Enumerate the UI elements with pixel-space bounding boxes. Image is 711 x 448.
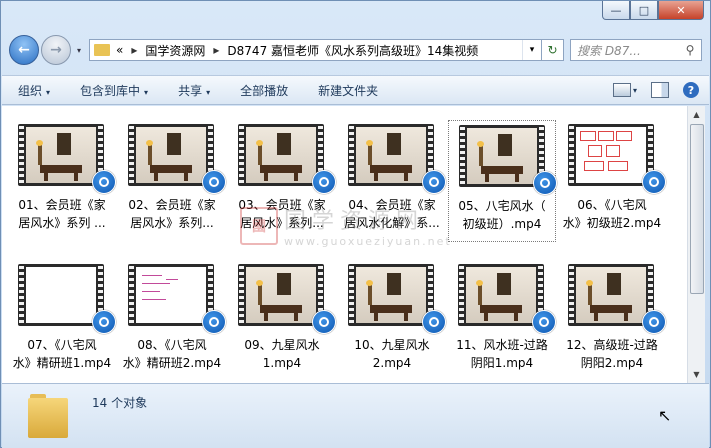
media-player-icon (532, 310, 556, 334)
search-placeholder: 搜索 D87... (577, 43, 641, 58)
media-player-icon (642, 170, 666, 194)
breadcrumb-separator[interactable]: ▸ (213, 43, 219, 57)
video-thumbnail (348, 124, 434, 186)
media-player-icon (422, 170, 446, 194)
forward-button[interactable]: → (41, 35, 71, 65)
close-button[interactable]: ✕ (658, 1, 704, 20)
media-player-icon (92, 310, 116, 334)
change-view-icon[interactable] (612, 83, 631, 97)
file-item[interactable]: 11、风水班-过路 阴阳1.mp4 (448, 260, 556, 382)
item-count: 14 个对象 (92, 396, 148, 410)
file-name: 08、《八宅风 水》精研班2.mp4 (122, 338, 222, 370)
breadcrumb-overflow[interactable]: « (116, 43, 123, 57)
video-thumbnail (18, 264, 104, 326)
file-grid: 01、会员班《家 居风水》系列 ... 02、会员班《家 居风水》系列... 03、会员… (8, 120, 668, 382)
video-thumbnail (238, 124, 324, 186)
recent-pages-dropdown[interactable]: ▾ (73, 46, 85, 55)
media-player-icon (92, 170, 116, 194)
file-item[interactable]: 09、九星风水 1.mp4 (228, 260, 336, 382)
caption-buttons: — □ ✕ (602, 1, 704, 20)
mouse-cursor-icon: ↖ (658, 406, 672, 425)
scroll-up-arrow-icon[interactable]: ▲ (688, 106, 705, 123)
media-player-icon (422, 310, 446, 334)
chevron-down-icon: ▾ (206, 87, 211, 97)
back-button[interactable]: ← (9, 35, 39, 65)
file-item[interactable]: 03、会员班《家 居风水》系列... (228, 120, 336, 242)
file-name: 02、会员班《家 居风水》系列... (128, 198, 216, 230)
preview-pane-icon[interactable] (651, 82, 669, 98)
search-input[interactable]: 搜索 D87... ⚲ (570, 39, 702, 61)
file-list: 01、会员班《家 居风水》系列 ... 02、会员班《家 居风水》系列... 03、会员… (2, 106, 687, 383)
file-item[interactable]: 05、八宅风水（ 初级班）.mp4 (448, 120, 557, 242)
search-icon[interactable]: ⚲ (679, 43, 701, 57)
file-item[interactable]: 02、会员班《家 居风水》系列... (118, 120, 226, 242)
media-player-icon (533, 171, 557, 195)
chevron-down-icon: ▾ (144, 87, 149, 97)
media-player-icon (202, 170, 226, 194)
vertical-scrollbar[interactable]: ▲ ▼ (687, 106, 705, 383)
minimize-button[interactable]: — (602, 1, 630, 20)
toolbar-right: ▾ ? (612, 82, 699, 98)
file-item[interactable]: 12、高级班-过路 阴阳2.mp4 (558, 260, 666, 382)
share-menu[interactable]: 共享 ▾ (178, 82, 210, 99)
breadcrumb-current[interactable]: D8747 嘉恒老师《风水系列高级班》14集视频 (227, 42, 478, 59)
video-thumbnail (458, 264, 544, 326)
file-name: 12、高级班-过路 阴阳2.mp4 (566, 338, 658, 370)
file-item[interactable]: 10、九星风水 2.mp4 (338, 260, 446, 382)
folder-icon (28, 394, 68, 438)
video-thumbnail (568, 124, 654, 186)
media-player-icon (642, 310, 666, 334)
file-item[interactable]: 04、会员班《家 居风水化解》系... (338, 120, 446, 242)
file-name: 06、《八宅风 水》初级班2.mp4 (562, 198, 662, 230)
breadcrumb-separator[interactable]: ▸ (131, 43, 137, 57)
file-name: 09、九星风水 1.mp4 (244, 338, 320, 370)
organize-menu[interactable]: 组织 ▾ (18, 82, 50, 99)
file-name: 04、会员班《家 居风水化解》系... (344, 198, 440, 230)
file-name: 05、八宅风水（ 初级班）.mp4 (458, 199, 546, 231)
view-options-dropdown[interactable]: ▾ (633, 86, 637, 95)
file-name: 01、会员班《家 居风水》系列 ... (18, 198, 106, 230)
file-item[interactable]: 07、《八宅风 水》精研班1.mp4 (8, 260, 116, 382)
back-arrow-icon: ← (18, 42, 30, 58)
file-item[interactable]: 06、《八宅风 水》初级班2.mp4 (558, 120, 666, 242)
address-row: ← → ▾ « ▸ 国学资源网 ▸ D8747 嘉恒老师《风水系列高级班》14集… (9, 35, 702, 65)
video-thumbnail (128, 264, 214, 326)
include-in-library-menu[interactable]: 包含到库中 ▾ (80, 82, 148, 99)
media-player-icon (312, 310, 336, 334)
maximize-button[interactable]: □ (630, 1, 658, 20)
video-thumbnail (128, 124, 214, 186)
details-pane: 14 个对象 ↖ (2, 383, 709, 448)
breadcrumb-item[interactable]: 国学资源网 (145, 42, 205, 59)
scroll-thumb[interactable] (690, 124, 704, 294)
scroll-down-arrow-icon[interactable]: ▼ (688, 366, 705, 383)
folder-icon (94, 44, 110, 56)
video-thumbnail (348, 264, 434, 326)
refresh-icon: ↻ (547, 43, 558, 57)
explorer-window: — □ ✕ ← → ▾ « ▸ 国学资源网 ▸ D8747 嘉恒老师《风水系列高… (0, 0, 711, 448)
refresh-button[interactable]: ↻ (542, 39, 564, 61)
file-name: 03、会员班《家 居风水》系列... (238, 198, 326, 230)
new-folder-button[interactable]: 新建文件夹 (318, 82, 378, 99)
file-item[interactable]: 08、《八宅风 水》精研班2.mp4 (118, 260, 226, 382)
address-dropdown[interactable]: ▾ (522, 40, 541, 60)
media-player-icon (312, 170, 336, 194)
file-name: 11、风水班-过路 阴阳1.mp4 (456, 338, 548, 370)
video-thumbnail (238, 264, 324, 326)
help-icon[interactable]: ? (683, 82, 699, 98)
media-player-icon (202, 310, 226, 334)
file-name: 07、《八宅风 水》精研班1.mp4 (12, 338, 112, 370)
video-thumbnail (459, 125, 545, 187)
file-name: 10、九星风水 2.mp4 (354, 338, 430, 370)
play-all-button[interactable]: 全部播放 (240, 82, 288, 99)
video-thumbnail (568, 264, 654, 326)
command-bar: 组织 ▾ 包含到库中 ▾ 共享 ▾ 全部播放 新建文件夹 ▾ ? (2, 75, 709, 105)
address-bar[interactable]: « ▸ 国学资源网 ▸ D8747 嘉恒老师《风水系列高级班》14集视频 ▾ (89, 39, 542, 61)
file-item[interactable]: 01、会员班《家 居风水》系列 ... (8, 120, 116, 242)
chevron-down-icon: ▾ (46, 87, 51, 97)
video-thumbnail (18, 124, 104, 186)
forward-arrow-icon: → (50, 42, 62, 58)
